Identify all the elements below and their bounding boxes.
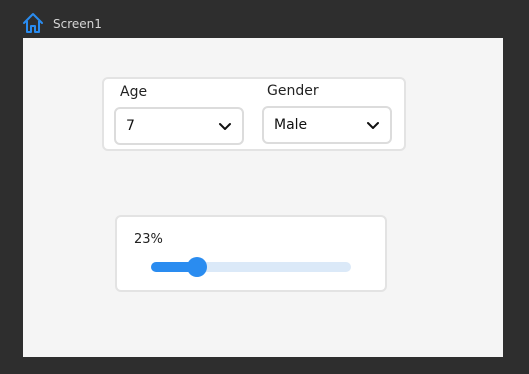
chevron-down-icon [219, 123, 231, 130]
chevron-down-icon [367, 122, 379, 129]
gender-label: Gender [267, 83, 319, 99]
slider-card: 23% [115, 215, 387, 292]
slider-value-label: 23% [134, 232, 163, 247]
home-icon[interactable] [22, 12, 44, 34]
demographics-card: Age 7 Gender Male [102, 77, 406, 151]
gender-dropdown[interactable]: Male [262, 106, 392, 144]
age-label: Age [120, 84, 148, 100]
screen-canvas: Age 7 Gender Male 23% [23, 38, 503, 357]
slider-thumb[interactable] [187, 257, 207, 277]
progress-slider[interactable] [151, 257, 351, 277]
age-value: 7 [126, 118, 135, 134]
top-bar: Screen1 [0, 0, 529, 38]
age-dropdown[interactable]: 7 [114, 107, 244, 145]
screen-title: Screen1 [53, 17, 102, 31]
gender-value: Male [274, 117, 308, 133]
